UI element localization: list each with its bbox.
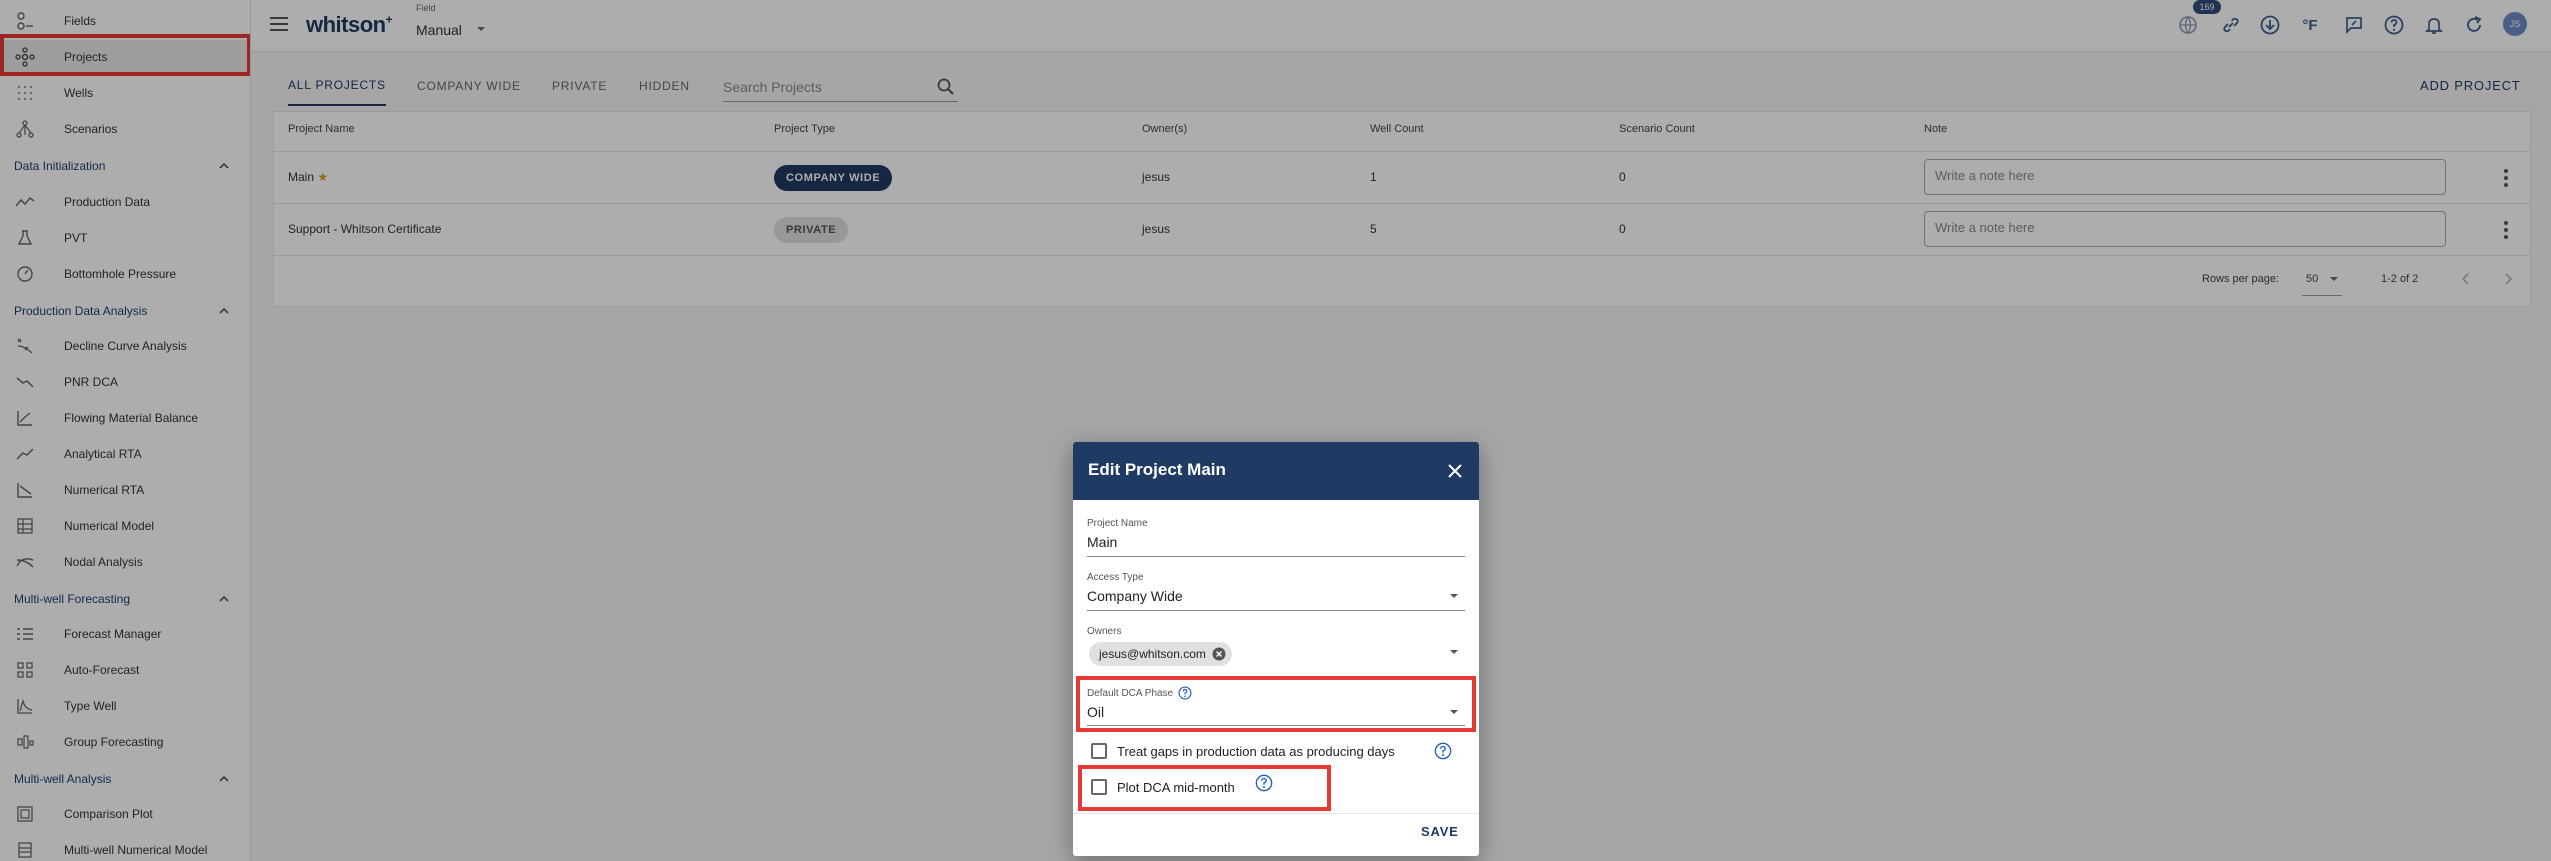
highlight-box-dca-phase <box>1076 676 1476 732</box>
help-circle-icon[interactable] <box>1434 742 1452 760</box>
dialog-title: Edit Project Main <box>1088 460 1226 479</box>
highlight-box-plot-midmonth <box>1078 765 1331 811</box>
project-name-underline <box>1087 556 1465 557</box>
owner-chip-label: jesus@whitson.com <box>1099 647 1206 661</box>
access-type-underline <box>1087 610 1465 611</box>
cancel-circle-icon[interactable] <box>1212 647 1226 661</box>
close-icon[interactable] <box>1445 461 1465 481</box>
access-type-select[interactable]: Company Wide <box>1087 588 1183 604</box>
caret-down-icon[interactable] <box>1449 648 1459 656</box>
caret-down-icon[interactable] <box>1449 592 1459 600</box>
save-button[interactable]: SAVE <box>1421 824 1459 839</box>
treat-gaps-checkbox[interactable] <box>1091 743 1107 759</box>
edit-project-dialog: Edit Project Main Project Name Main Acce… <box>1073 442 1479 856</box>
owner-chip[interactable]: jesus@whitson.com <box>1089 642 1232 666</box>
owners-label: Owners <box>1087 626 1122 637</box>
access-type-label: Access Type <box>1087 572 1144 583</box>
project-name-label: Project Name <box>1087 518 1148 529</box>
project-name-input[interactable]: Main <box>1087 534 1117 550</box>
dialog-actions-divider <box>1073 813 1479 814</box>
dialog-header: Edit Project Main <box>1073 442 1479 500</box>
treat-gaps-label: Treat gaps in production data as produci… <box>1117 744 1395 759</box>
